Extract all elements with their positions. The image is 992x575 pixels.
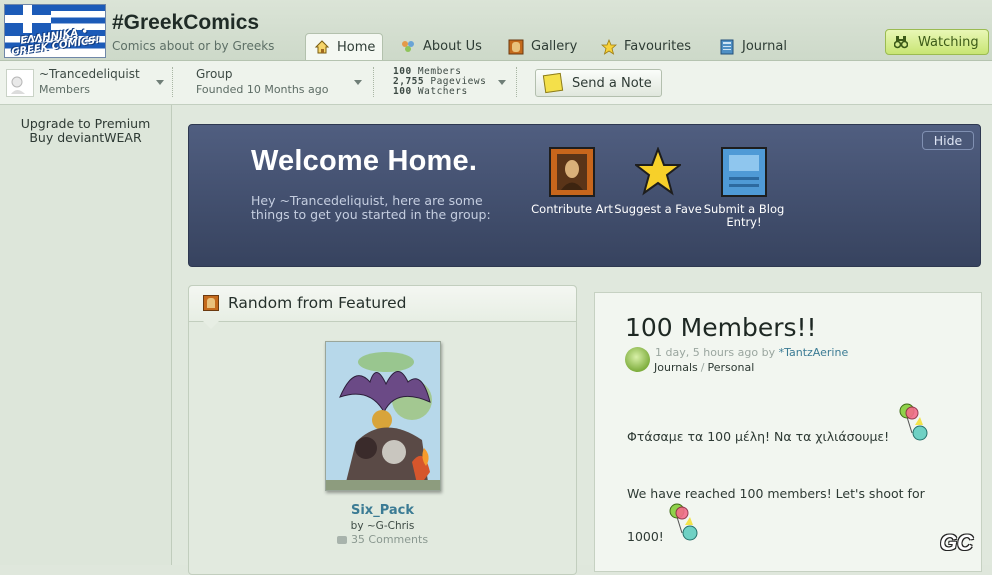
tab-gallery[interactable]: Gallery (500, 33, 585, 60)
contribute-art-icon (549, 147, 595, 197)
tab-favourites[interactable]: Favourites (593, 33, 699, 60)
artwork-title-link[interactable]: Six_Pack (188, 503, 577, 518)
welcome-blurb: Hey ~Trancedeliquist, here are some thin… (251, 193, 491, 222)
left-sidebar: Upgrade to Premium Buy deviantWEAR (0, 105, 172, 565)
group-founded: Founded 10 Months ago (196, 83, 329, 96)
group-logo[interactable]: ΕΛΛΗΝΙΚΑ • GREEK COMICS! (4, 4, 106, 58)
tab-journal-label: Journal (742, 39, 787, 54)
comments-count: 35 Comments (350, 533, 429, 546)
suggest-fave-action[interactable]: Suggest a Fave (612, 146, 704, 216)
user-avatar[interactable] (6, 69, 34, 97)
watermark-logo: GC (940, 530, 973, 555)
contribute-art-label: Contribute Art (531, 202, 613, 216)
group-stats: 100 Members 2,755 Pageviews 100 Watchers (393, 67, 486, 97)
tab-home-label: Home (337, 39, 376, 55)
suggest-fave-label: Suggest a Fave (614, 202, 702, 216)
member-username[interactable]: ~Trancedeliquist (39, 67, 140, 81)
greek-flag-cross (5, 5, 51, 33)
journal-category: Journals / Personal (654, 361, 755, 374)
send-note-button[interactable]: Send a Note (535, 69, 662, 97)
group-info-bar: ~Trancedeliquist Members Group Founded 1… (0, 61, 992, 105)
buy-deviantwear-link[interactable]: Buy deviantWEAR (0, 131, 171, 145)
blog-entry-label: Submit a Blog Entry! (703, 202, 785, 229)
group-dropdown-icon[interactable] (354, 80, 362, 85)
tab-gallery-label: Gallery (531, 39, 578, 54)
home-icon (314, 39, 330, 55)
divider (516, 67, 518, 97)
tab-home[interactable]: Home (305, 33, 383, 60)
journal-time: 1 day, 5 hours ago by (655, 346, 776, 359)
tab-favourites-label: Favourites (624, 39, 691, 54)
header-notch (203, 321, 219, 329)
group-header: ΕΛΛΗΝΙΚΑ • GREEK COMICS! #GreekComics Co… (0, 0, 992, 61)
featured-artwork-thumbnail[interactable] (325, 341, 441, 491)
group-label: Group (196, 67, 233, 81)
send-note-label: Send a Note (572, 75, 652, 91)
suggest-fave-icon (633, 146, 683, 197)
journal-author-link[interactable]: *TantzAerine (779, 346, 849, 359)
blog-entry-action[interactable]: Submit a Blog Entry! (698, 147, 790, 229)
welcome-panel: Welcome Home. Hey ~Trancedeliquist, here… (188, 124, 981, 267)
member-dropdown-icon[interactable] (156, 80, 164, 85)
featured-header: Random from Featured (189, 286, 576, 322)
author-avatar[interactable] (625, 347, 650, 372)
subcategory-link[interactable]: Personal (708, 361, 755, 374)
binoculars-icon (893, 35, 909, 49)
welcome-title: Welcome Home. (251, 145, 478, 177)
note-icon (542, 72, 564, 94)
journal-meta: 1 day, 5 hours ago by *TantzAerine (655, 346, 848, 359)
contribute-art-action[interactable]: Contribute Art (526, 147, 618, 216)
group-tagline: Comics about or by Greeks (112, 39, 275, 53)
member-role: Members (39, 83, 90, 96)
stat-watchers: 100 Watchers (393, 86, 468, 97)
category-link[interactable]: Journals (654, 361, 698, 374)
divider (373, 67, 375, 97)
gallery-icon (508, 39, 524, 55)
party-balloon-icon (898, 403, 932, 443)
gallery-icon (203, 295, 219, 311)
artwork-author[interactable]: by ~G-Chris (188, 520, 577, 532)
artwork-comments[interactable]: 35 Comments (188, 533, 577, 546)
upgrade-premium-link[interactable]: Upgrade to Premium (0, 117, 171, 131)
party-balloon-icon (668, 503, 702, 543)
featured-heading: Random from Featured (228, 294, 407, 312)
blog-entry-icon (721, 147, 767, 197)
divider (172, 67, 174, 97)
watching-button[interactable]: Watching (885, 29, 989, 55)
journal-english-text-line2: 1000! (627, 529, 664, 544)
journal-greek-text: Φτάσαμε τα 100 μέλη! Να τα χιλιάσουμε! (627, 429, 890, 444)
comment-icon (336, 536, 347, 544)
tab-journal[interactable]: Journal (711, 33, 795, 60)
journal-title[interactable]: 100 Members!! (625, 313, 817, 342)
hide-button[interactable]: Hide (922, 131, 974, 150)
journal-icon (719, 39, 735, 55)
star-icon (600, 38, 618, 55)
group-name[interactable]: #GreekComics (112, 11, 259, 35)
tab-about-us-label: About Us (423, 39, 482, 54)
journal-english-text-line1: We have reached 100 members! Let's shoot… (627, 486, 925, 501)
people-icon (400, 39, 416, 55)
watching-label: Watching (918, 34, 979, 50)
tab-about-us[interactable]: About Us (392, 33, 490, 60)
stats-dropdown-icon[interactable] (498, 80, 506, 85)
